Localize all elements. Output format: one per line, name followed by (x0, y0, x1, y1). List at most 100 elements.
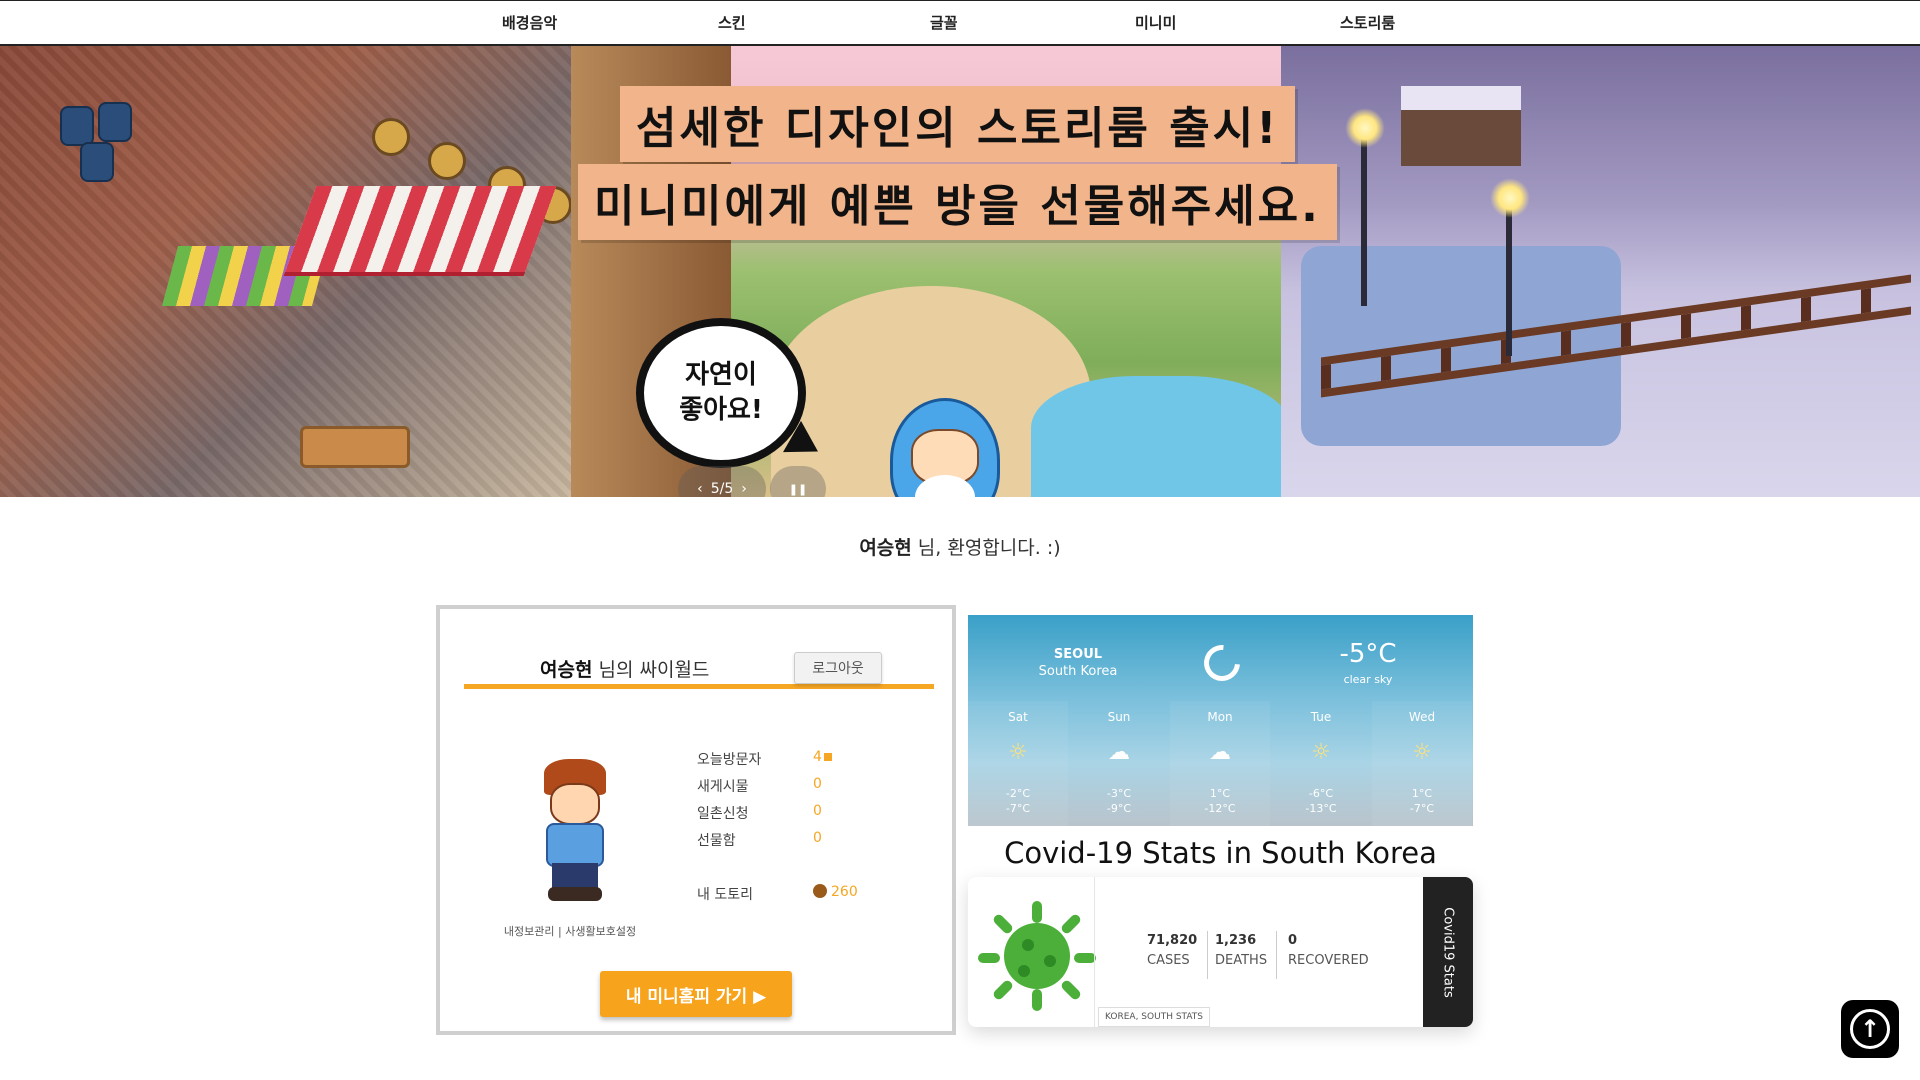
pause-slide-button[interactable]: ❚❚ (770, 466, 826, 497)
wooden-table (300, 426, 410, 468)
slide-indicator: 5/5 (710, 481, 734, 497)
forecast-low: -7°C (1005, 802, 1031, 815)
forecast-high: -2°C (1005, 787, 1031, 800)
forecast-low: -9°C (1106, 802, 1132, 815)
banner-panel-winter (1281, 46, 1920, 497)
speech-bubble-line1: 자연이 (685, 359, 757, 390)
forecast-high: -3°C (1106, 787, 1132, 800)
next-slide-icon[interactable]: › (741, 481, 747, 497)
nav-item-minimi[interactable]: 미니미 (1135, 12, 1176, 33)
forecast-day: Sun (1107, 710, 1131, 724)
profile-card: 여승현 님의 싸이월드 로그아웃 내정보관리 | 사생활보호설정 오늘방문자 4… (436, 605, 956, 1035)
avatar-pants (552, 863, 598, 889)
forecast-day: Mon (1207, 710, 1233, 724)
forecast-day: Sat (1008, 710, 1028, 724)
cases-value: 71,820 (1147, 933, 1198, 948)
banner-panel-market (0, 46, 571, 497)
acorn-icon (813, 884, 827, 898)
profile-title: 여승현 님의 싸이월드 (540, 655, 709, 682)
nav-item-font[interactable]: 글꼴 (930, 12, 958, 33)
moon-icon (1196, 637, 1248, 689)
lantern-icon (372, 118, 410, 156)
barrel-icon (98, 102, 132, 142)
privacy-links[interactable]: 내정보관리 | 사생활보호설정 (470, 923, 670, 939)
covid-side-label: Covid19 Stats (1440, 906, 1456, 998)
recovered-value: 0 (1288, 933, 1298, 948)
lamp-glow (1490, 178, 1530, 218)
prev-slide-icon[interactable]: ‹ (697, 481, 703, 497)
stat-row-ilchon-requests[interactable]: 일촌신청 0 (697, 803, 897, 825)
forecast-day: Wed (1408, 710, 1436, 724)
nav-item-skin[interactable]: 스킨 (718, 12, 746, 33)
banner-slider[interactable]: 섬세한 디자인의 스토리룸 출시! 미니미에게 예쁜 방을 선물해주세요. 자연… (0, 46, 1920, 497)
stat-value: 4 (813, 749, 822, 765)
profile-title-suffix: 님의 싸이월드 (592, 659, 710, 681)
stat-label: 새게시물 (697, 779, 749, 795)
covid-deaths: 1,236 DEATHS (1215, 933, 1267, 968)
stat-row-gift-box[interactable]: 선물함 0 (697, 830, 897, 852)
virus-icon (978, 895, 1096, 1019)
forecast-high: -6°C (1308, 787, 1334, 800)
banner-caption-line1: 섬세한 디자인의 스토리룸 출시! (620, 86, 1296, 162)
covid-side-tab[interactable]: Covid19 Stats (1423, 877, 1473, 1027)
welcome-suffix: 님, 환영합니다. :) (911, 537, 1061, 559)
arrow-up-icon: ↑ (1850, 1009, 1890, 1049)
deaths-label: DEATHS (1215, 953, 1268, 968)
avatar (540, 759, 610, 909)
deaths-value: 1,236 (1215, 933, 1257, 948)
scroll-to-top-button[interactable]: ↑ (1841, 1000, 1899, 1058)
stat-row-visitors[interactable]: 오늘방문자 4 (697, 749, 897, 771)
forecast-high: 1°C (1411, 787, 1433, 800)
weather-country: South Korea (1038, 664, 1118, 679)
avatar-shirt (546, 823, 604, 867)
avatar-face (550, 783, 600, 825)
pause-icon: ❚❚ (788, 482, 808, 496)
welcome-name: 여승현 (859, 537, 912, 559)
forecast-low: -13°C (1305, 802, 1337, 815)
stat-row-acorns[interactable]: 내 도토리 260 (697, 884, 897, 906)
acorn-value: 260 (831, 884, 858, 900)
speech-bubble: 자연이 좋아요! (636, 318, 806, 468)
weather-widget: SEOUL South Korea -5°C clear sky Sat ☼ -… (968, 615, 1473, 826)
striped-awning (283, 186, 557, 276)
forecast-high: 1°C (1209, 787, 1231, 800)
go-to-minihome-button[interactable]: 내 미니홈피 가기 ▶ (600, 971, 792, 1017)
avatar-shoes (548, 887, 602, 901)
lantern-icon (428, 142, 466, 180)
covid-title: Covid-19 Stats in South Korea (1004, 836, 1437, 870)
speech-bubble-line2: 좋아요! (679, 395, 763, 425)
lamp-glow (1345, 108, 1385, 148)
divider (1207, 931, 1208, 979)
sun-icon: ☼ (1311, 740, 1331, 765)
covid-stats-widget: 71,820 CASES 1,236 DEATHS 0 RECOVERED KO… (968, 877, 1473, 1027)
stat-row-new-posts[interactable]: 새게시물 0 (697, 776, 897, 798)
top-navigation: 배경음악 스킨 글꼴 미니미 스토리룸 (0, 0, 1920, 46)
nav-item-storyroom[interactable]: 스토리룸 (1340, 12, 1395, 33)
stat-label: 선물함 (697, 833, 736, 849)
acorn-label: 내 도토리 (697, 887, 753, 903)
new-badge-icon (823, 753, 832, 761)
lamppost (1361, 126, 1367, 306)
stat-label: 오늘방문자 (697, 752, 762, 768)
forecast-low: -7°C (1409, 802, 1435, 815)
barrel-icon (80, 142, 114, 182)
profile-name: 여승현 (540, 659, 593, 681)
covid-country-tag: KOREA, SOUTH STATS (1098, 1007, 1211, 1027)
stat-label: 일촌신청 (697, 806, 749, 822)
cloud-icon: ☁ (1209, 740, 1231, 765)
forecast-low: -12°C (1204, 802, 1236, 815)
logout-button[interactable]: 로그아웃 (794, 652, 882, 684)
profile-header: 여승현 님의 싸이월드 로그아웃 (464, 647, 934, 689)
cases-label: CASES (1147, 953, 1190, 968)
weather-current-desc: clear sky (1343, 673, 1393, 686)
forecast-day: Tue (1310, 710, 1332, 724)
banner-caption-line2: 미니미에게 예쁜 방을 선물해주세요. (578, 164, 1337, 240)
stat-value: 0 (813, 776, 822, 792)
barrel-icon (60, 106, 94, 146)
stat-value: 0 (813, 803, 822, 819)
sun-icon: ☼ (1412, 740, 1432, 765)
nav-item-bgm[interactable]: 배경음악 (502, 12, 557, 33)
divider (1094, 877, 1095, 1027)
covid-cases: 71,820 CASES (1147, 933, 1197, 968)
lamppost (1506, 196, 1512, 356)
